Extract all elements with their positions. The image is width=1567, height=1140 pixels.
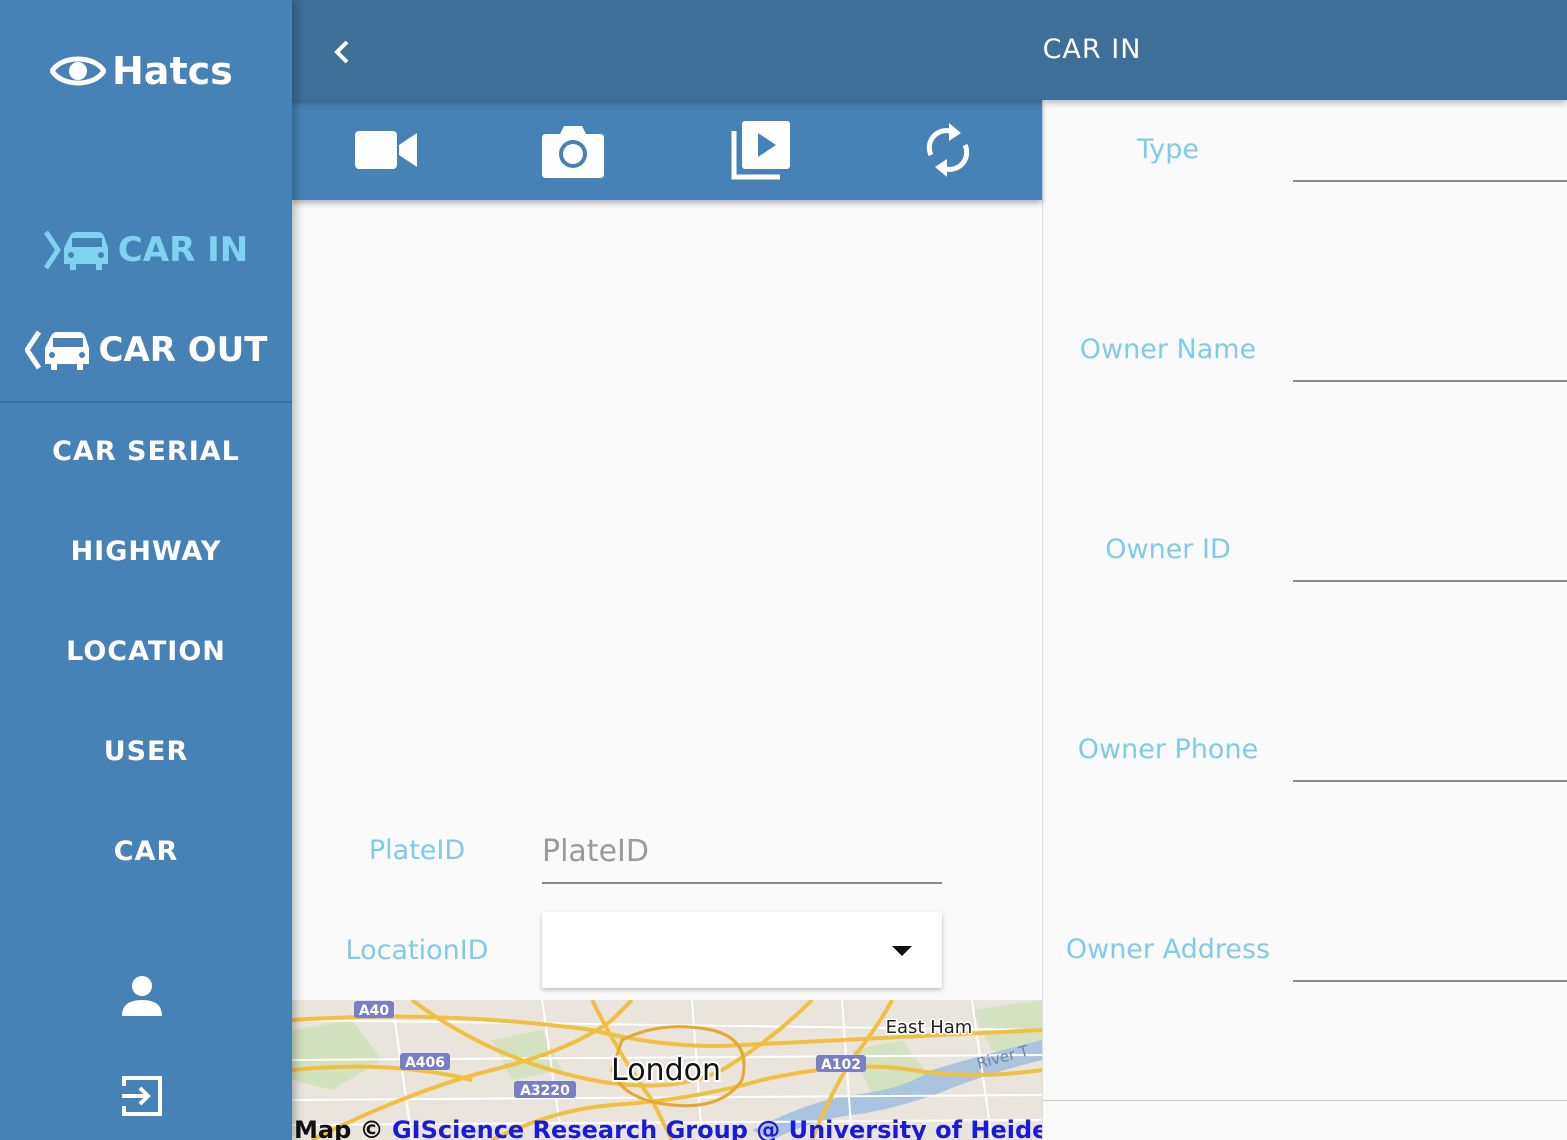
sidebar-item-location[interactable]: LOCATION: [0, 601, 292, 701]
person-icon: [122, 976, 162, 1016]
profile-button[interactable]: [118, 970, 166, 1022]
logout-icon: [122, 1076, 162, 1116]
media-toolbar: [292, 100, 1042, 200]
owner-phone-row: Owner Phone: [1043, 700, 1567, 900]
road-label-a40: A40: [359, 1003, 390, 1019]
refresh-icon: [927, 123, 970, 177]
sidebar-item-car-serial[interactable]: CAR SERIAL: [0, 401, 292, 501]
road-label-a3220: A3220: [520, 1083, 570, 1099]
car-in-icon: [43, 230, 108, 270]
sidebar-item-car-out[interactable]: CAR OUT: [0, 300, 292, 400]
owner-phone-label: Owner Phone: [1077, 734, 1259, 765]
car-out-icon: [24, 330, 89, 370]
location-id-select[interactable]: [542, 912, 942, 988]
owner-name-field[interactable]: [1293, 320, 1567, 380]
location-id-label: LocationID: [345, 935, 489, 966]
owner-id-field[interactable]: [1293, 520, 1567, 580]
primary-nav: CAR IN CAR OUT: [0, 200, 292, 400]
video-button[interactable]: [292, 100, 480, 200]
owner-id-row: Owner ID: [1043, 500, 1567, 700]
back-button[interactable]: [322, 30, 362, 74]
app-logo[interactable]: Hatcs: [50, 48, 233, 94]
owner-id-label: Owner ID: [1105, 534, 1231, 565]
refresh-button[interactable]: [855, 100, 1043, 200]
play-library-icon: [731, 121, 790, 180]
sidebar: Hatcs CAR IN CAR OUT CAR SERIAL HIGHWAY …: [0, 0, 292, 1140]
owner-address-underline: [1293, 980, 1567, 982]
eye-icon: [50, 56, 106, 86]
owner-id-underline: [1293, 580, 1567, 582]
map-attribution-prefix: Map ©: [294, 1116, 392, 1140]
owner-phone-field[interactable]: [1293, 720, 1567, 780]
chevron-left-icon: [334, 40, 349, 64]
sidebar-item-car[interactable]: CAR: [0, 801, 292, 901]
type-label: Type: [1136, 134, 1199, 165]
dropdown-arrow-icon: [892, 946, 912, 956]
plate-id-input[interactable]: [542, 820, 942, 884]
sidebar-item-highway[interactable]: HIGHWAY: [0, 501, 292, 601]
road-label-a406: A406: [405, 1055, 445, 1071]
map-attribution-link[interactable]: GIScience Research Group @ University of…: [392, 1116, 1042, 1140]
sidebar-item-label: CAR IN: [117, 230, 249, 270]
owner-address-field[interactable]: [1293, 920, 1567, 980]
video-library-button[interactable]: [667, 100, 855, 200]
city-label-london: London: [611, 1053, 721, 1088]
panel-bottom-divider: [1043, 1100, 1567, 1101]
camera-icon: [542, 126, 605, 178]
owner-address-label: Owner Address: [1065, 934, 1271, 965]
owner-name-underline: [1293, 380, 1567, 382]
sidebar-item-label: CAR OUT: [98, 330, 268, 370]
owner-details-panel: Type Owner Name Owner ID Owner Phone Own…: [1042, 100, 1567, 1140]
map-view[interactable]: A40 A406 A3220 A102 London East Ham Rive…: [292, 1000, 1042, 1140]
camera-panel: PlateID LocationID: [292, 200, 1042, 1140]
owner-name-row: Owner Name: [1043, 300, 1567, 500]
road-label-a102: A102: [821, 1057, 861, 1073]
sidebar-item-user[interactable]: USER: [0, 701, 292, 801]
plate-id-label: PlateID: [368, 835, 466, 866]
app-name: Hatcs: [112, 49, 233, 93]
secondary-nav: CAR SERIAL HIGHWAY LOCATION USER CAR: [0, 401, 292, 901]
logout-button[interactable]: [118, 1070, 166, 1122]
sidebar-item-car-in[interactable]: CAR IN: [0, 200, 292, 300]
camera-button[interactable]: [480, 100, 668, 200]
type-underline: [1293, 180, 1567, 182]
owner-phone-underline: [1293, 780, 1567, 782]
type-field[interactable]: [1293, 120, 1567, 180]
page-title: CAR IN: [1042, 34, 1142, 65]
owner-address-row: Owner Address: [1043, 900, 1567, 1100]
video-camera-icon: [354, 131, 417, 169]
owner-name-label: Owner Name: [1079, 334, 1257, 365]
type-row: Type: [1043, 100, 1567, 300]
top-bar: CAR IN: [292, 0, 1567, 100]
place-label-east-ham: East Ham: [886, 1017, 973, 1038]
map-attribution: Map © GIScience Research Group @ Univers…: [294, 1116, 1042, 1140]
